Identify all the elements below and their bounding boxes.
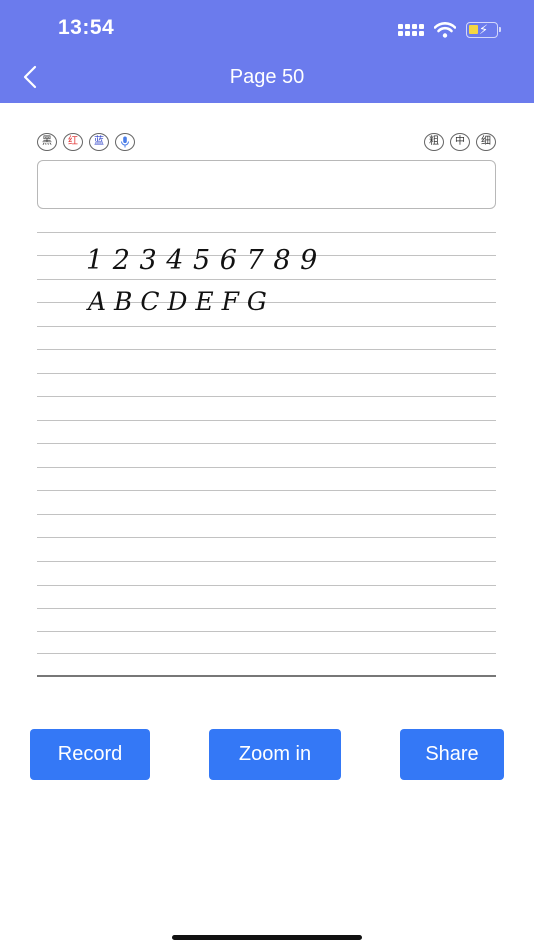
color-red-button[interactable]: 红 <box>63 133 83 151</box>
record-button[interactable]: Record <box>30 729 150 780</box>
writing-area[interactable] <box>37 232 496 677</box>
stroke-thick-button[interactable]: 粗 <box>424 133 444 151</box>
page-title: Page 50 <box>229 66 305 88</box>
battery-charging-icon: ⚡ <box>466 22 501 38</box>
stroke-thin-button[interactable]: 细 <box>476 133 496 151</box>
status-time: 13:54 <box>58 16 115 39</box>
text-input[interactable] <box>37 160 496 209</box>
app-header: 13:54 ⚡ Page 50 <box>0 0 534 103</box>
home-indicator <box>172 935 362 940</box>
voice-input-button[interactable] <box>115 133 135 151</box>
status-icons: ⚡ <box>398 20 501 40</box>
microphone-icon <box>121 136 129 148</box>
wifi-icon <box>434 22 456 38</box>
share-button[interactable]: Share <box>400 729 504 780</box>
cellular-signal-icon <box>398 24 424 36</box>
zoom-in-button[interactable]: Zoom in <box>209 729 341 780</box>
color-blue-button[interactable]: 蓝 <box>89 133 109 151</box>
stroke-medium-button[interactable]: 中 <box>450 133 470 151</box>
color-black-button[interactable]: 黑 <box>37 133 57 151</box>
